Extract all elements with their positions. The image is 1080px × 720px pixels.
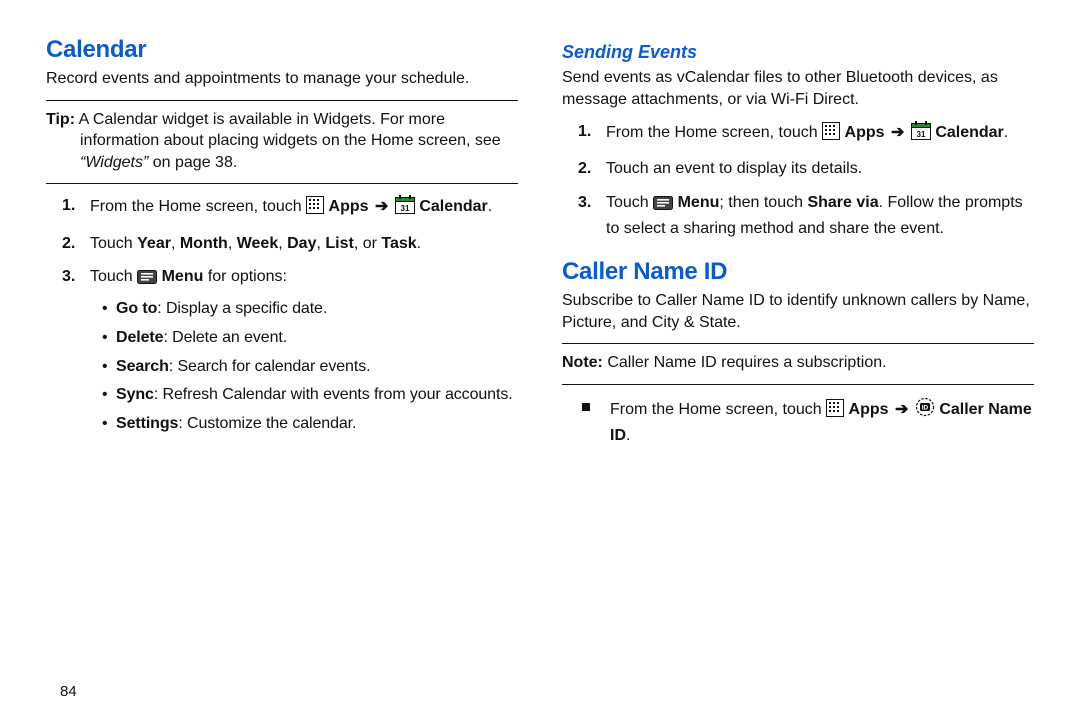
calendar-intro: Record events and appointments to manage… — [46, 68, 518, 90]
step-3: Touch Menu; then touch Share via. Follow… — [588, 191, 1034, 240]
note-text: Caller Name ID requires a subscription. — [607, 354, 886, 371]
svg-text:31: 31 — [400, 204, 409, 213]
divider — [562, 343, 1034, 344]
sending-events-steps: From the Home screen, touch Apps ➔ 31 Ca… — [562, 120, 1034, 240]
apps-grid-icon — [826, 399, 844, 424]
divider — [46, 183, 518, 184]
caller-id-step: From the Home screen, touch Apps ➔ ID Ca… — [562, 397, 1034, 447]
tip-block: Tip: A Calendar widget is available in W… — [46, 107, 518, 180]
step-2: Touch an event to display its details. — [588, 157, 1034, 180]
option-delete: Delete: Delete an event. — [102, 326, 518, 351]
calendar-label: Calendar — [935, 124, 1003, 141]
divider — [46, 100, 518, 101]
caller-id-intro: Subscribe to Caller Name ID to identify … — [562, 290, 1034, 333]
menu-label: Menu — [162, 268, 204, 285]
note-label: Note: — [562, 354, 603, 371]
calendar-label: Calendar — [419, 198, 487, 215]
option-search: Search: Search for calendar events. — [102, 355, 518, 380]
arrow-icon: ➔ — [373, 198, 390, 215]
step-1: From the Home screen, touch Apps ➔ 31 Ca… — [588, 120, 1034, 147]
heading-calendar: Calendar — [46, 36, 518, 64]
step-text: From the Home screen, touch — [606, 124, 822, 141]
step-text: Touch — [90, 235, 137, 252]
option-sync: Sync: Refresh Calendar with events from … — [102, 383, 518, 408]
svg-text:ID: ID — [922, 404, 929, 411]
step-text: Touch — [606, 194, 653, 211]
arrow-icon: ➔ — [893, 401, 910, 418]
step-text: From the Home screen, touch — [90, 198, 306, 215]
step-1: From the Home screen, touch Apps ➔ ID Ca… — [588, 397, 1034, 447]
option-goto: Go to: Display a specific date. — [102, 297, 518, 322]
page-number: 84 — [60, 683, 77, 700]
right-column: Sending Events Send events as vCalendar … — [540, 36, 1056, 700]
step-2: Touch Year, Month, Week, Day, List, or T… — [72, 232, 518, 255]
apps-grid-icon — [306, 196, 324, 221]
calendar-steps: From the Home screen, touch Apps ➔ 31 Ca… — [46, 194, 518, 437]
apps-grid-icon — [822, 122, 840, 147]
tip-label: Tip: — [46, 111, 75, 128]
tip-text-1: A Calendar widget is available in Widget… — [79, 111, 501, 150]
divider — [562, 384, 1034, 385]
subheading-sending-events: Sending Events — [562, 42, 1034, 63]
step-text: Touch an event to display its details. — [606, 160, 862, 177]
menu-icon — [653, 194, 673, 217]
menu-icon — [137, 268, 157, 291]
caller-id-icon: ID — [915, 397, 935, 424]
step-3: Touch Menu for options: Go to: Display a… — [72, 265, 518, 437]
calendar-icon: 31 — [395, 194, 415, 221]
step-text: Touch — [90, 268, 137, 285]
calendar-icon: 31 — [911, 120, 931, 147]
tip-ref: “Widgets” — [80, 154, 148, 171]
step-1: From the Home screen, touch Apps ➔ 31 Ca… — [72, 194, 518, 221]
apps-label: Apps — [845, 124, 885, 141]
sending-events-intro: Send events as vCalendar files to other … — [562, 67, 1034, 110]
tip-text-2: on page 38. — [148, 154, 237, 171]
arrow-icon: ➔ — [889, 124, 906, 141]
option-settings: Settings: Customize the calendar. — [102, 412, 518, 437]
heading-caller-name-id: Caller Name ID — [562, 258, 1034, 286]
share-via-label: Share via — [807, 194, 878, 211]
menu-options: Go to: Display a specific date. Delete: … — [90, 297, 518, 437]
step-text: From the Home screen, touch — [610, 401, 826, 418]
step-text-2: for options: — [203, 268, 287, 285]
menu-label: Menu — [678, 194, 720, 211]
svg-text:31: 31 — [916, 130, 925, 139]
left-column: Calendar Record events and appointments … — [24, 36, 540, 700]
note-block: Note: Caller Name ID requires a subscrip… — [562, 350, 1034, 380]
apps-label: Apps — [849, 401, 889, 418]
apps-label: Apps — [329, 198, 369, 215]
